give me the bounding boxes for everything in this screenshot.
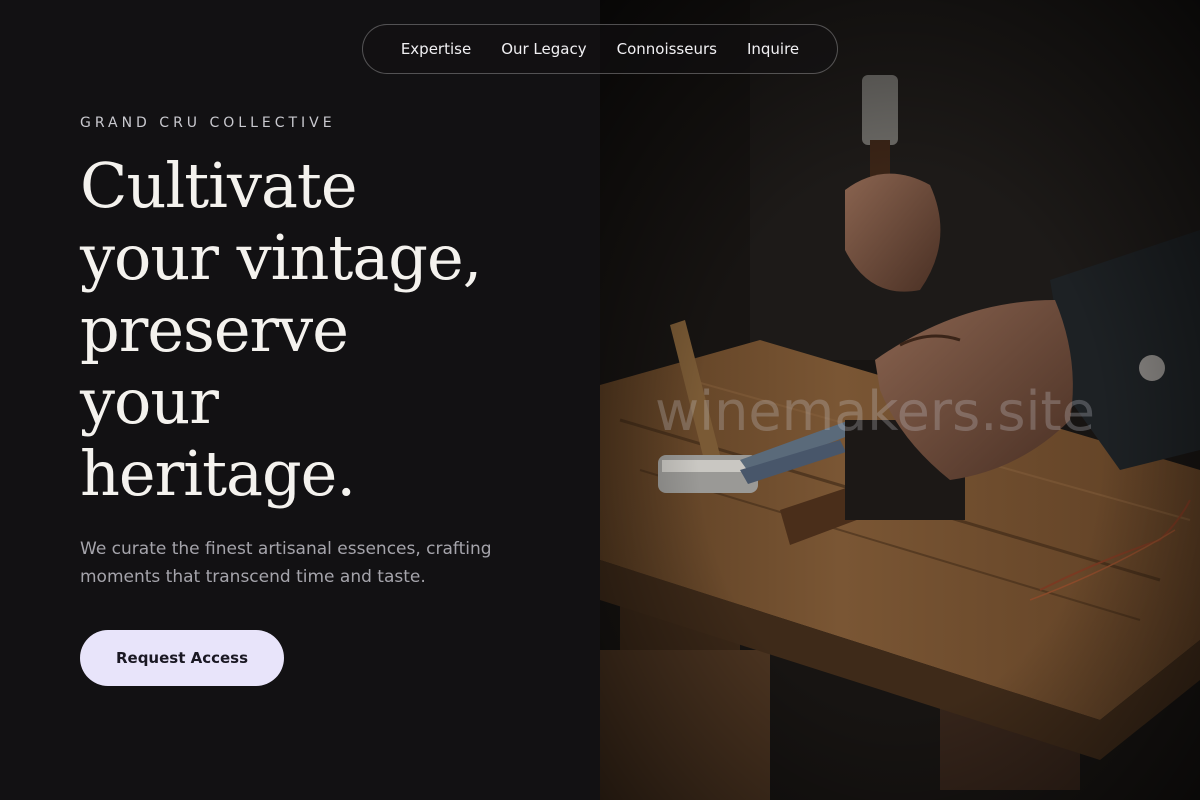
top-navigation: Expertise Our Legacy Connoisseurs Inquir… (362, 24, 838, 74)
hero-image (600, 0, 1200, 800)
headline-line: Cultivate (80, 149, 358, 222)
headline-line: preserve (80, 293, 349, 366)
hero-subtext: We curate the finest artisanal essences,… (80, 539, 492, 587)
headline-line: your vintage, (80, 221, 482, 294)
nav-link-connoisseurs[interactable]: Connoisseurs (617, 40, 717, 58)
hero-content: GRAND CRU COLLECTIVE Cultivate your vint… (0, 0, 600, 800)
nav-link-expertise[interactable]: Expertise (401, 40, 471, 58)
craftsman-workbench-illustration (600, 0, 1200, 800)
nav-link-inquire[interactable]: Inquire (747, 40, 799, 58)
hero-headline: Cultivate your vintage, preserve your he… (80, 150, 580, 510)
headline-line: heritage. (80, 437, 356, 510)
request-access-button[interactable]: Request Access (80, 630, 284, 686)
landing-page: GRAND CRU COLLECTIVE Cultivate your vint… (0, 0, 1200, 800)
headline-line: your (80, 365, 219, 438)
nav-link-our-legacy[interactable]: Our Legacy (501, 40, 586, 58)
brand-eyebrow: GRAND CRU COLLECTIVE (80, 115, 336, 131)
